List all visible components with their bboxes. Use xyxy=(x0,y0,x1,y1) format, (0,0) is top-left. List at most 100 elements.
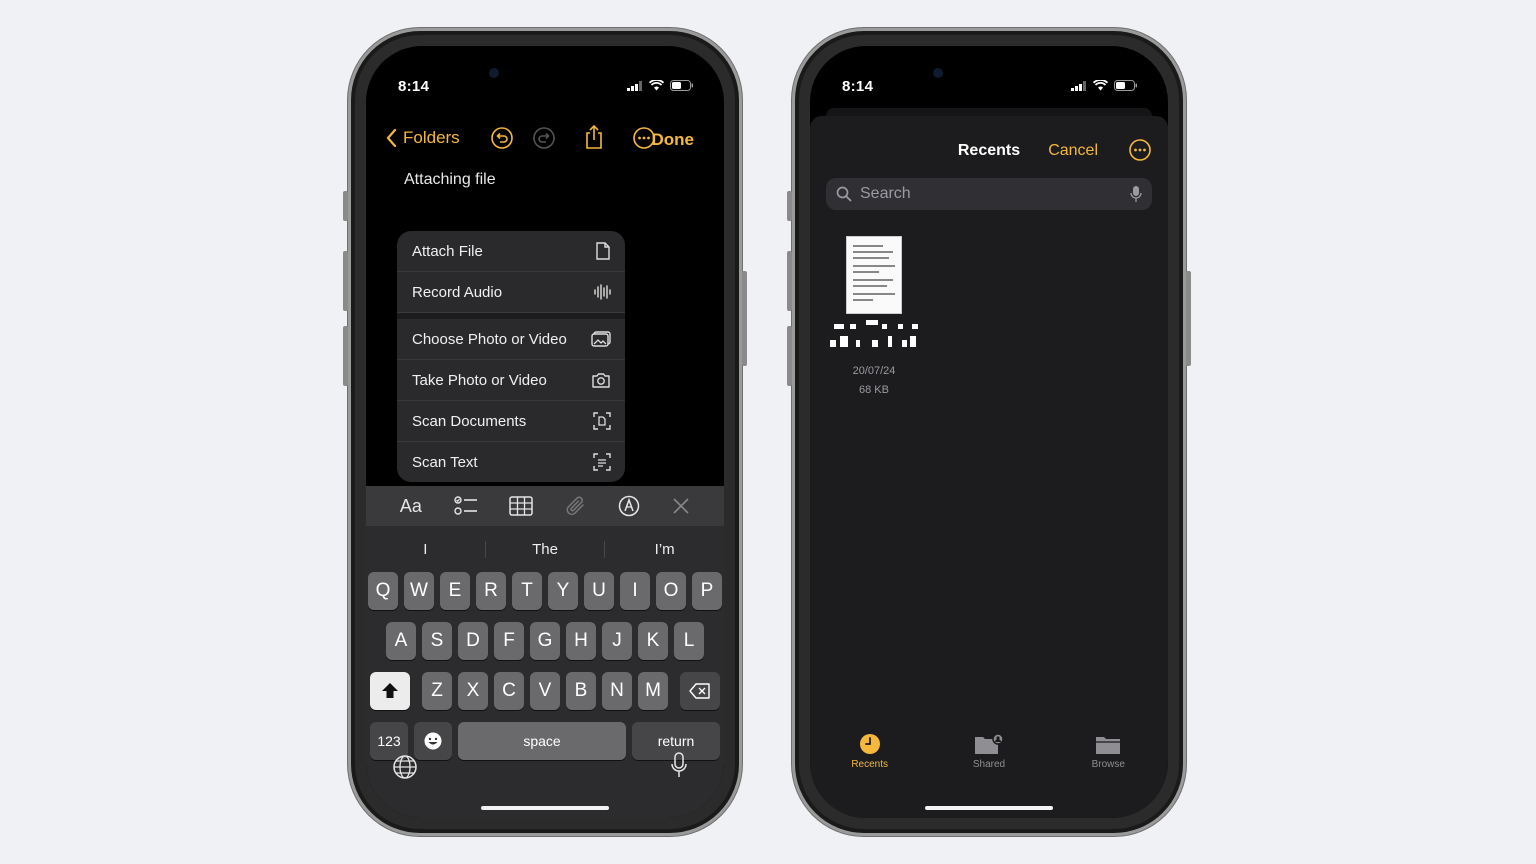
markup-pen-icon[interactable] xyxy=(618,495,640,517)
phone-volume-up xyxy=(787,251,792,311)
files-sheet: Recents Cancel Search 20/07/24 68 KB Rec… xyxy=(810,116,1168,818)
redo-icon[interactable] xyxy=(532,126,556,150)
key[interactable]: L xyxy=(674,622,704,660)
close-icon[interactable] xyxy=(672,497,690,515)
key[interactable]: I xyxy=(620,572,650,610)
paperclip-icon[interactable] xyxy=(565,495,587,517)
key-row-3: Z X C V B N M xyxy=(366,672,724,710)
key[interactable]: Y xyxy=(548,572,578,610)
key[interactable]: M xyxy=(638,672,668,710)
wifi-icon xyxy=(1093,80,1108,91)
key[interactable]: V xyxy=(530,672,560,710)
key[interactable]: E xyxy=(440,572,470,610)
file-thumbnail xyxy=(846,236,902,314)
key[interactable]: G xyxy=(530,622,560,660)
keyboard: Aa I The I’m Q W E R T Y U I O P A S D F… xyxy=(366,486,724,818)
shift-arrow-icon xyxy=(382,683,398,698)
shift-key[interactable] xyxy=(370,672,410,710)
key[interactable]: U xyxy=(584,572,614,610)
key[interactable]: A xyxy=(386,622,416,660)
attach-menu: Attach File Record Audio Choose Photo or… xyxy=(397,231,625,482)
phone-volume-down xyxy=(343,326,348,386)
menu-item-scan-text[interactable]: Scan Text xyxy=(397,442,625,482)
note-body-text[interactable]: Attaching file xyxy=(404,171,496,189)
battery-icon xyxy=(670,80,693,91)
home-indicator[interactable] xyxy=(925,806,1053,810)
menu-item-attach-file[interactable]: Attach File xyxy=(397,231,625,272)
more-icon[interactable] xyxy=(1128,138,1152,162)
checklist-icon[interactable] xyxy=(453,495,478,517)
key[interactable]: K xyxy=(638,622,668,660)
delete-backspace-icon xyxy=(689,683,710,699)
key[interactable]: T xyxy=(512,572,542,610)
globe-icon[interactable] xyxy=(392,754,418,780)
key[interactable]: F xyxy=(494,622,524,660)
key[interactable]: Z xyxy=(422,672,452,710)
scan-document-icon xyxy=(593,412,611,430)
menu-item-record-audio[interactable]: Record Audio xyxy=(397,272,625,313)
redacted-file-name xyxy=(830,320,918,356)
microphone-icon[interactable] xyxy=(670,752,688,780)
phone-action-button xyxy=(343,191,348,221)
tab-browse[interactable]: Browse xyxy=(1068,733,1148,770)
back-label: Folders xyxy=(403,128,460,147)
document-icon xyxy=(596,242,610,260)
cancel-button[interactable]: Cancel xyxy=(1048,142,1098,160)
folder-icon xyxy=(1096,737,1121,754)
menu-item-scan-documents[interactable]: Scan Documents xyxy=(397,401,625,442)
notes-screen: 8:14 Folders Done Attaching file Attach … xyxy=(366,46,724,818)
tab-recents[interactable]: Recents xyxy=(830,733,910,770)
camera-icon xyxy=(592,373,610,388)
menu-item-take-photo[interactable]: Take Photo or Video xyxy=(397,360,625,401)
status-bar: 8:14 xyxy=(366,46,724,95)
key[interactable]: R xyxy=(476,572,506,610)
tab-shared[interactable]: Shared xyxy=(949,733,1029,770)
menu-item-choose-photo[interactable]: Choose Photo or Video xyxy=(397,319,625,360)
microphone-icon[interactable] xyxy=(1130,185,1142,203)
undo-icon[interactable] xyxy=(490,126,514,150)
share-icon[interactable] xyxy=(582,124,606,150)
back-button[interactable]: Folders xyxy=(386,128,460,148)
shared-folder-icon xyxy=(974,733,1004,754)
key[interactable]: O xyxy=(656,572,686,610)
search-input[interactable] xyxy=(858,184,1130,204)
delete-key[interactable] xyxy=(680,672,720,710)
phone-side-button xyxy=(742,271,747,366)
phone-action-button xyxy=(787,191,792,221)
cellular-icon xyxy=(627,80,642,91)
chevron-left-icon xyxy=(386,129,397,147)
table-icon[interactable] xyxy=(509,496,533,516)
menu-item-label: Record Audio xyxy=(412,283,503,301)
menu-item-label: Scan Text xyxy=(412,453,478,471)
key[interactable]: W xyxy=(404,572,434,610)
tab-label: Recents xyxy=(851,759,888,770)
key[interactable]: C xyxy=(494,672,524,710)
key-row-1: Q W E R T Y U I O P xyxy=(366,572,724,610)
battery-icon xyxy=(1114,80,1137,91)
status-bar: 8:14 xyxy=(810,46,1168,95)
key[interactable]: S xyxy=(422,622,452,660)
text-format-button[interactable]: Aa xyxy=(400,496,422,517)
done-button[interactable]: Done xyxy=(652,130,695,150)
search-bar xyxy=(826,178,1152,210)
key[interactable]: D xyxy=(458,622,488,660)
file-size: 68 KB xyxy=(859,384,889,396)
suggestion-item[interactable]: I’m xyxy=(605,541,724,558)
key[interactable]: X xyxy=(458,672,488,710)
sheet-background-card xyxy=(826,108,1152,116)
suggestion-item[interactable]: The xyxy=(486,540,606,558)
key[interactable]: Q xyxy=(368,572,398,610)
menu-item-label: Scan Documents xyxy=(412,412,527,430)
home-indicator[interactable] xyxy=(481,806,609,810)
format-toolbar: Aa xyxy=(366,486,724,526)
key[interactable]: H xyxy=(566,622,596,660)
file-item[interactable]: 20/07/24 68 KB xyxy=(830,236,918,400)
key[interactable]: J xyxy=(602,622,632,660)
key[interactable]: P xyxy=(692,572,722,610)
suggestion-item[interactable]: I xyxy=(366,540,486,558)
phone-files: 8:14 Recents Cancel Search 20/07/24 68 K… xyxy=(787,28,1191,836)
search-icon xyxy=(836,186,852,202)
key[interactable]: N xyxy=(602,672,632,710)
key[interactable]: B xyxy=(566,672,596,710)
waveform-icon xyxy=(594,284,611,300)
